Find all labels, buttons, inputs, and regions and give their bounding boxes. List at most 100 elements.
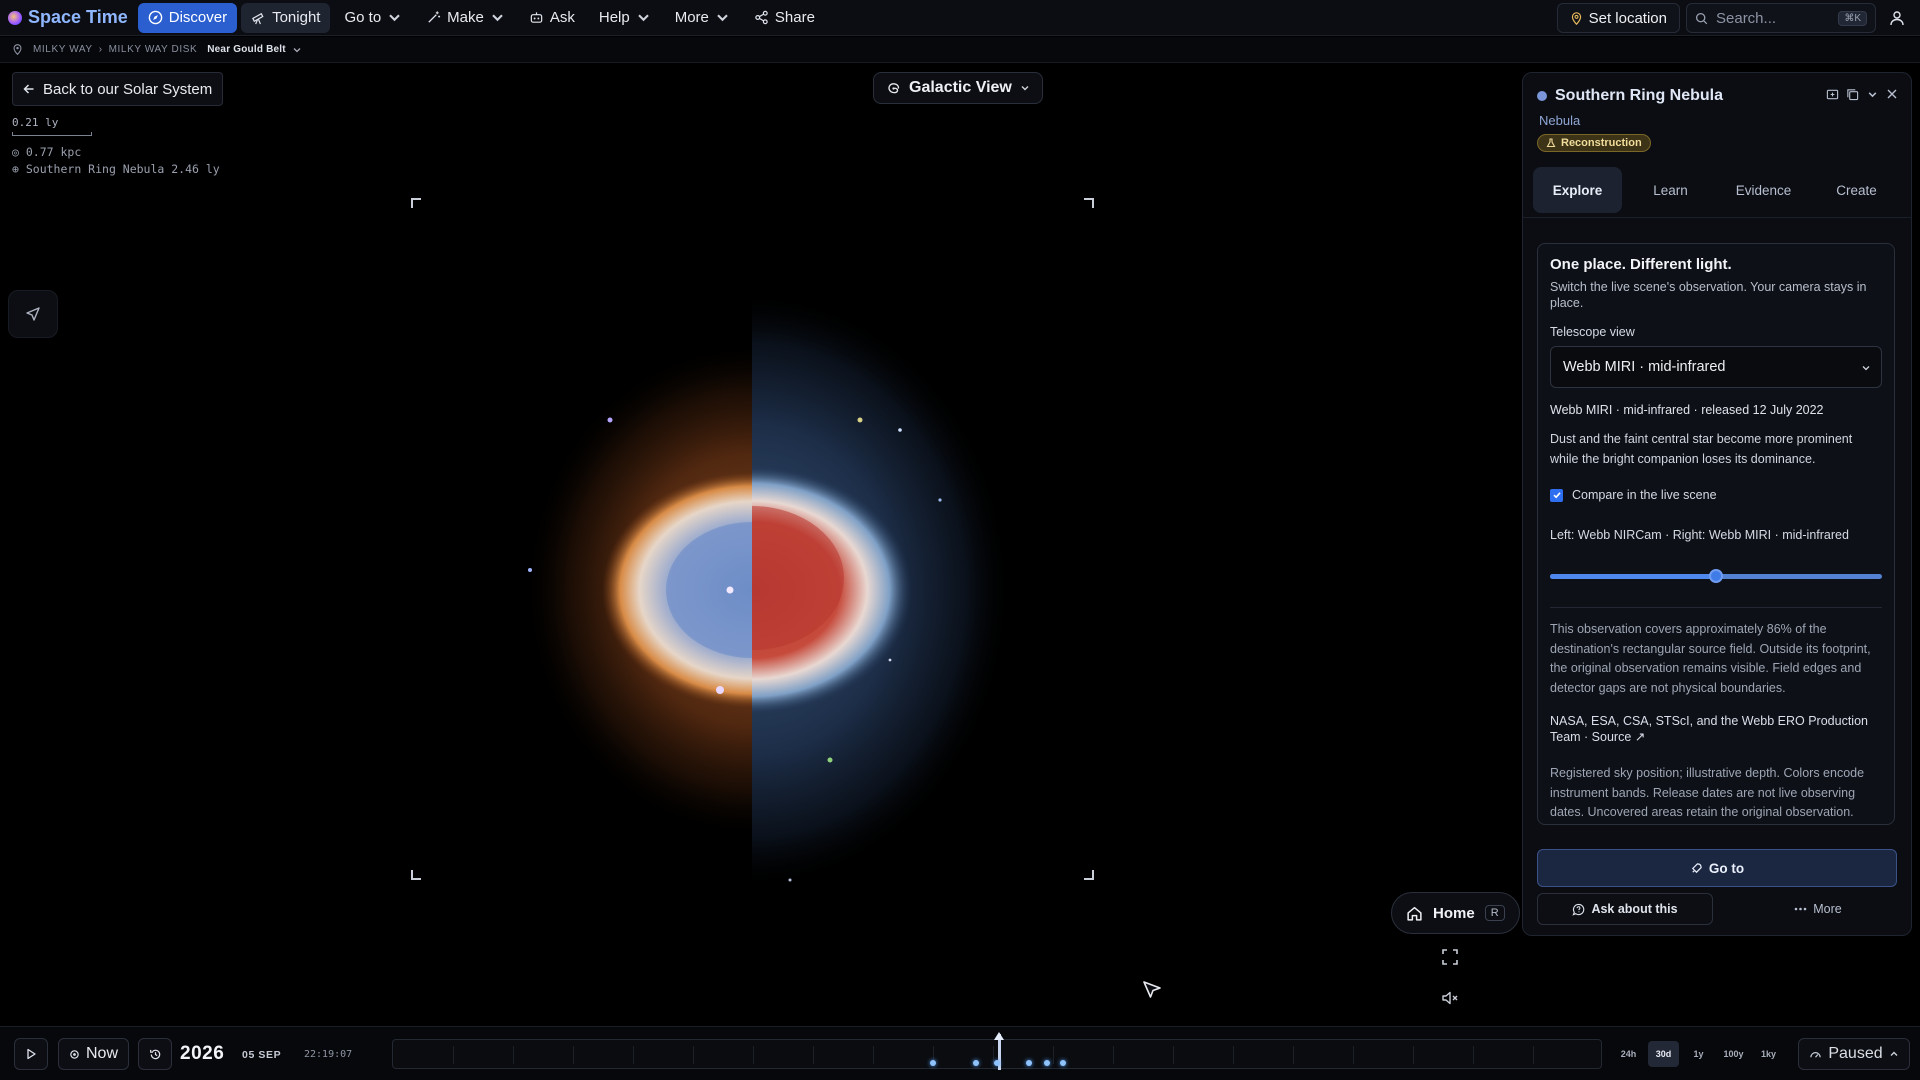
nebula-comparison-image[interactable] <box>490 260 1050 900</box>
range-30d[interactable]: 30d <box>1648 1041 1679 1067</box>
set-location-button[interactable]: Set location <box>1556 3 1680 33</box>
collapse-panel-chevron-icon[interactable] <box>1865 87 1879 101</box>
checkbox-checked-icon[interactable] <box>1550 488 1563 502</box>
range-24h[interactable]: 24h <box>1613 1041 1644 1067</box>
gauge-icon <box>1809 1048 1822 1061</box>
rocket-icon <box>1690 862 1703 875</box>
credit-link[interactable]: NASA, ESA, CSA, STScI, and the Webb ERO … <box>1550 713 1882 745</box>
nav-more-label: More <box>674 9 709 26</box>
coverage-text: This observation covers approximately 86… <box>1550 622 1871 695</box>
fullscreen-button[interactable] <box>1441 948 1463 970</box>
range-100y[interactable]: 100y <box>1718 1041 1749 1067</box>
tab-evidence[interactable]: Evidence <box>1719 167 1808 213</box>
breadcrumb-current[interactable]: Near Gould Belt <box>207 44 286 55</box>
chevron-down-icon[interactable] <box>292 45 302 55</box>
timeline-event-dot[interactable] <box>1026 1060 1032 1066</box>
object-type: Nebula <box>1539 113 1581 128</box>
frame-corner-top-right <box>1084 198 1094 208</box>
now-button[interactable]: Now <box>58 1038 129 1070</box>
chevron-down-icon <box>1861 363 1871 373</box>
tab-explore[interactable]: Explore <box>1533 167 1622 213</box>
disclaimer-note: Registered sky position; illustrative de… <box>1550 766 1865 819</box>
nav-make[interactable]: Make <box>416 3 515 33</box>
pointer-tool-button[interactable] <box>8 290 58 338</box>
wand-icon <box>426 10 441 25</box>
location-pin-icon <box>12 44 23 55</box>
distance-readout-value: 0.77 kpc <box>25 145 82 159</box>
back-to-solar-system-button[interactable]: Back to our Solar System <box>12 72 224 106</box>
position-readouts: ◎ 0.77 kpc ⊕ Southern Ring Nebula 2.46 l… <box>12 144 220 178</box>
tab-learn[interactable]: Learn <box>1626 167 1715 213</box>
timeline-event-dot[interactable] <box>1044 1060 1050 1066</box>
brand[interactable]: Space Time <box>8 7 128 28</box>
slider-fill <box>1550 574 1716 579</box>
release-info: Webb MIRI · mid-infrared · released 12 J… <box>1550 403 1824 417</box>
frame-corner-bottom-right <box>1084 870 1094 880</box>
timeline-tick <box>873 1046 874 1064</box>
history-clock-icon <box>149 1048 162 1061</box>
timeline-tick <box>453 1046 454 1064</box>
home-button-label: Home <box>1433 904 1475 922</box>
panel-tabs: Explore Learn Evidence Create <box>1533 167 1901 213</box>
history-button[interactable] <box>138 1038 172 1070</box>
current-year[interactable]: 2026 <box>180 1043 224 1065</box>
nav-ask-label: Ask <box>549 9 575 26</box>
timeline-event-dot[interactable] <box>930 1060 936 1066</box>
nav-ask[interactable]: Ask <box>519 3 585 33</box>
fullscreen-icon <box>1441 948 1459 966</box>
timeline-tick <box>1413 1046 1414 1064</box>
compare-checkbox[interactable]: Compare in the live scene <box>1550 488 1882 502</box>
back-button-label: Back to our Solar System <box>43 80 213 98</box>
nav-help[interactable]: Help <box>589 3 661 33</box>
nav-more[interactable]: More <box>665 3 740 33</box>
go-to-button[interactable]: Go to <box>1537 849 1897 887</box>
telescope-view-select[interactable]: Webb MIRI · mid-infrared <box>1550 346 1882 388</box>
slider-thumb[interactable] <box>1709 569 1723 583</box>
panel-divider <box>1523 217 1911 218</box>
search-placeholder: Search... <box>1716 9 1777 27</box>
play-icon <box>25 1048 37 1060</box>
view-mode-label: Galactic View <box>909 79 1012 96</box>
app-name: Space Time <box>28 7 128 27</box>
timeline-event-dot[interactable] <box>1060 1060 1066 1066</box>
user-account-button[interactable] <box>1882 3 1912 33</box>
view-mode-select[interactable]: Galactic View <box>873 72 1043 104</box>
chevron-down-icon <box>387 10 402 25</box>
object-info-panel: Southern Ring Nebula Nebula Reconstructi… <box>1522 72 1912 936</box>
share-icon <box>754 10 769 25</box>
observation-description: Dust and the faint central star become m… <box>1550 432 1853 466</box>
breadcrumb-item-milky-way[interactable]: MILKY WAY <box>33 44 93 55</box>
timeline-scrubber[interactable] <box>392 1032 1602 1070</box>
pin-panel-button[interactable] <box>1825 87 1839 101</box>
timeline-event-dot[interactable] <box>994 1060 1000 1066</box>
breadcrumb-item-milky-way-disk[interactable]: MILKY WAY DISK <box>109 44 198 55</box>
breadcrumb-separator: › <box>98 44 103 55</box>
nav-tonight-label: Tonight <box>272 9 321 26</box>
home-button[interactable]: Home R <box>1391 892 1520 934</box>
nav-tonight[interactable]: Tonight <box>241 2 331 33</box>
home-shortcut: R <box>1484 905 1505 921</box>
range-1ky[interactable]: 1ky <box>1753 1041 1784 1067</box>
more-options-button[interactable]: More <box>1773 893 1863 925</box>
nav-share[interactable]: Share <box>744 3 825 33</box>
compare-slider[interactable] <box>1550 569 1882 583</box>
compass-icon <box>148 10 163 25</box>
nav-goto[interactable]: Go to <box>334 3 412 33</box>
tab-create[interactable]: Create <box>1812 167 1901 213</box>
nav-discover[interactable]: Discover <box>137 2 238 33</box>
set-location-label: Set location <box>1588 9 1667 27</box>
current-date[interactable]: 05 SEP <box>242 1049 281 1061</box>
playback-status-button[interactable]: Paused <box>1798 1038 1910 1070</box>
ask-about-this-button[interactable]: Ask about this <box>1537 893 1713 925</box>
copy-icon[interactable] <box>1845 87 1859 101</box>
cursor-pointer-icon <box>1141 978 1165 1002</box>
range-1y[interactable]: 1y <box>1683 1041 1714 1067</box>
panel-title: Southern Ring Nebula <box>1555 87 1723 104</box>
search-input[interactable]: Search... ⌘K <box>1686 3 1876 33</box>
play-button[interactable] <box>14 1038 48 1070</box>
timeline-tick <box>753 1046 754 1064</box>
timeline-event-dot[interactable] <box>973 1060 979 1066</box>
chevron-down-icon <box>1020 83 1030 93</box>
close-icon[interactable] <box>1885 87 1899 101</box>
mute-button[interactable] <box>1441 989 1463 1011</box>
